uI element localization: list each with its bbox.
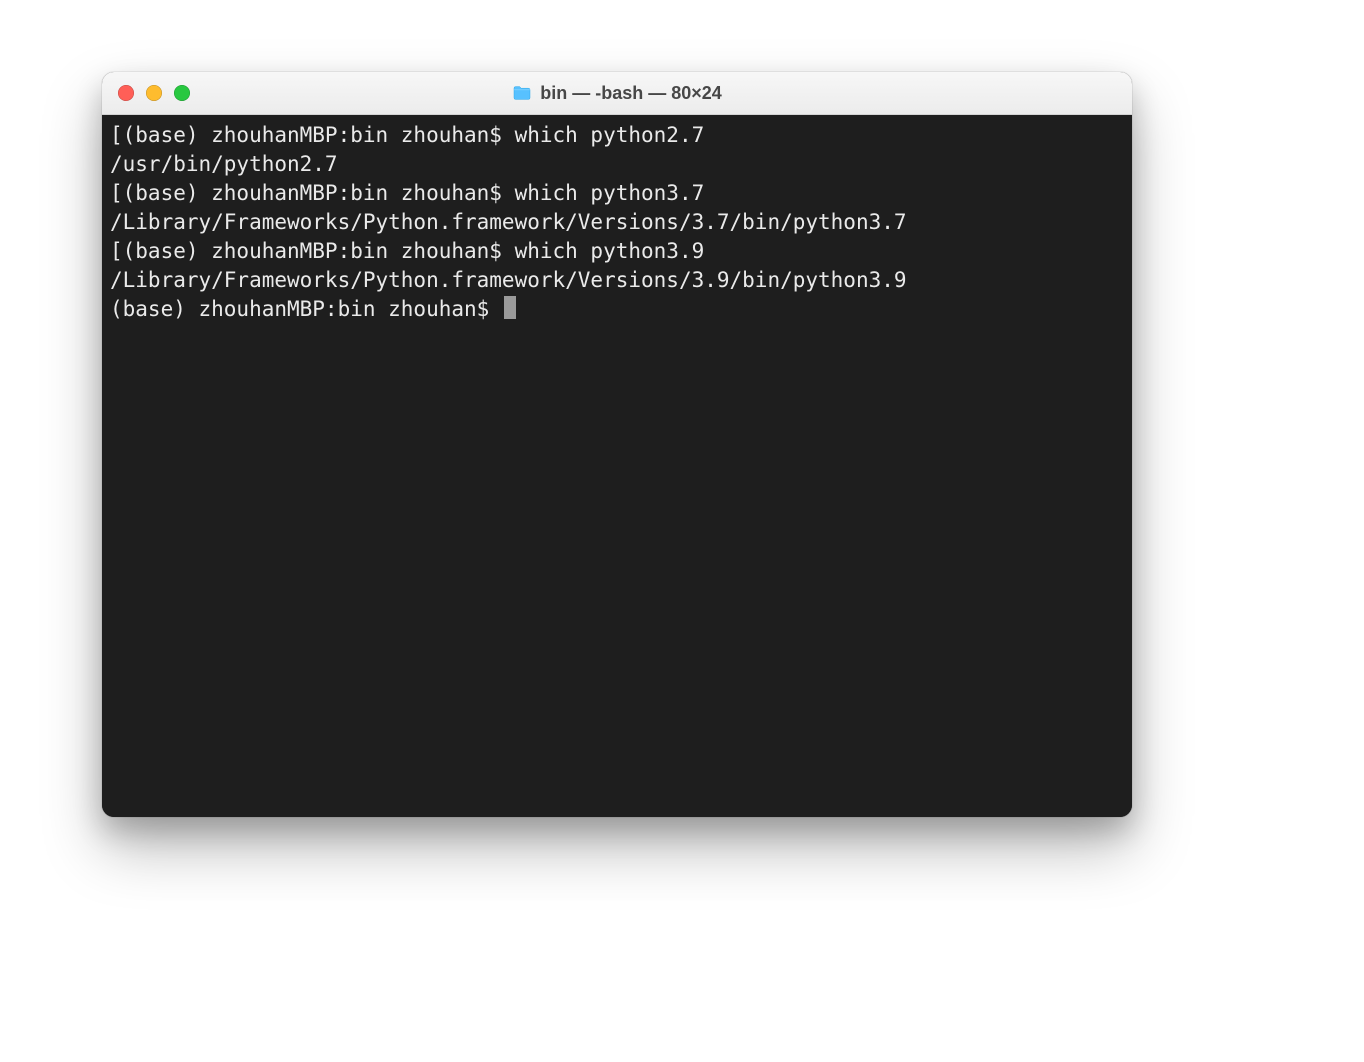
window-title-container: bin — -bash — 80×24 [102,83,1132,104]
window-title: bin — -bash — 80×24 [540,83,722,104]
titlebar[interactable]: bin — -bash — 80×24 [102,72,1132,115]
zoom-icon[interactable] [174,85,190,101]
terminal-prompt-line: (base) zhouhanMBP:bin zhouhan$ [110,295,1124,324]
terminal-window: bin — -bash — 80×24 [(base) zhouhanMBP:b… [102,72,1132,817]
terminal-line: [(base) zhouhanMBP:bin zhouhan$ which py… [110,179,1124,208]
traffic-lights [118,85,190,101]
terminal-line: /Library/Frameworks/Python.framework/Ver… [110,266,1124,295]
terminal-line: [(base) zhouhanMBP:bin zhouhan$ which py… [110,121,1124,150]
terminal-prompt: (base) zhouhanMBP:bin zhouhan$ [110,297,502,321]
minimize-icon[interactable] [146,85,162,101]
folder-icon [512,85,532,101]
terminal-line: /usr/bin/python2.7 [110,150,1124,179]
terminal-area[interactable]: [(base) zhouhanMBP:bin zhouhan$ which py… [102,115,1132,817]
terminal-line: [(base) zhouhanMBP:bin zhouhan$ which py… [110,237,1124,266]
close-icon[interactable] [118,85,134,101]
terminal-line: /Library/Frameworks/Python.framework/Ver… [110,208,1124,237]
cursor-icon [504,296,516,319]
